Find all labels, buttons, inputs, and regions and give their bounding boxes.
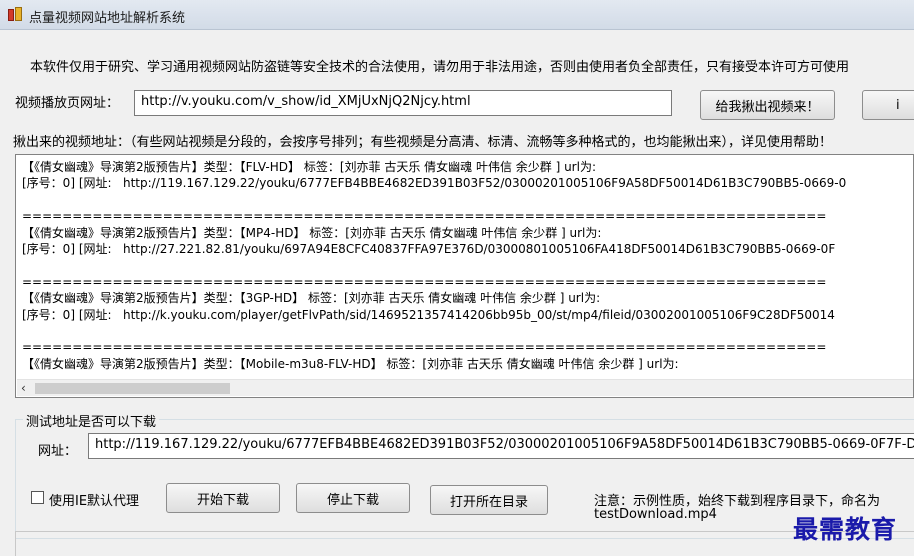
result-line xyxy=(22,323,913,339)
status-area xyxy=(15,531,914,556)
download-address-input[interactable]: http://119.167.129.22/youku/6777EFB4BBE4… xyxy=(88,433,914,459)
title-bar: 点量视频网站地址解析系统 xyxy=(0,0,914,30)
parse-video-button[interactable]: 给我揪出视频来！ xyxy=(700,90,835,120)
results-lines: 【《倩女幽魂》导演第2版预告片】类型：【FLV-HD】 标签：[刘亦菲 古天乐 … xyxy=(22,159,913,372)
stop-download-button[interactable]: 停止下载 xyxy=(296,483,410,513)
result-line: [序号：0] [网址: http://k.youku.com/player/ge… xyxy=(22,307,835,322)
download-note-filename: testDownload.mp4 xyxy=(594,507,717,522)
result-line: [序号：0] [网址: http://27.221.82.81/youku/69… xyxy=(22,241,836,256)
watermark-logo: 最需教育 xyxy=(793,515,898,544)
video-page-url-input[interactable]: http://v.youku.com/v_show/id_XMjUxNjQ2Nj… xyxy=(134,90,672,116)
window-title: 点量视频网站地址解析系统 xyxy=(29,11,186,26)
help-button[interactable]: i xyxy=(862,90,914,120)
app-icon xyxy=(8,7,22,23)
horizontal-scrollbar[interactable]: ‹ xyxy=(17,379,913,396)
scrollbar-thumb[interactable] xyxy=(35,383,230,394)
result-line: [序号：0] [网址: http://119.167.129.22/youku/… xyxy=(22,176,847,191)
ie-proxy-checkbox[interactable] xyxy=(31,491,44,504)
start-download-button[interactable]: 开始下载 xyxy=(166,483,280,513)
result-line xyxy=(22,257,913,273)
download-address-label: 网址： xyxy=(38,444,78,459)
result-line: ========================================… xyxy=(22,340,827,355)
video-page-url-label: 视频播放页网址： xyxy=(15,96,120,111)
result-line xyxy=(22,192,913,208)
result-line: ========================================… xyxy=(22,274,827,289)
results-textarea[interactable]: 【《倩女幽魂》导演第2版预告片】类型：【FLV-HD】 标签：[刘亦菲 古天乐 … xyxy=(15,154,914,398)
download-test-group-title: 测试地址是否可以下载 xyxy=(23,411,160,430)
result-line: 【《倩女幽魂》导演第2版预告片】类型：【MP4-HD】 标签：[刘亦菲 古天乐 … xyxy=(22,225,602,240)
scroll-left-icon[interactable]: ‹ xyxy=(21,381,26,395)
result-line: 【《倩女幽魂》导演第2版预告片】类型：【FLV-HD】 标签：[刘亦菲 古天乐 … xyxy=(22,160,596,174)
license-notice: 本软件仅用于研究、学习通用视频网站防盗链等安全技术的合法使用，请勿用于非法用途，… xyxy=(30,60,850,75)
ie-proxy-label: 使用IE默认代理 xyxy=(49,494,140,509)
result-line: 【《倩女幽魂》导演第2版预告片】类型：【3GP-HD】 标签：[刘亦菲 古天乐 … xyxy=(22,291,601,306)
open-folder-button[interactable]: 打开所在目录 xyxy=(430,485,548,515)
result-line: ========================================… xyxy=(22,209,827,224)
results-caption: 揪出来的视频地址：（有些网站视频是分段的，会按序号排列；有些视频是分高清、标清、… xyxy=(13,135,833,150)
result-line: 【《倩女幽魂》导演第2版预告片】类型：【Mobile-m3u8-FLV-HD】 … xyxy=(22,356,679,371)
